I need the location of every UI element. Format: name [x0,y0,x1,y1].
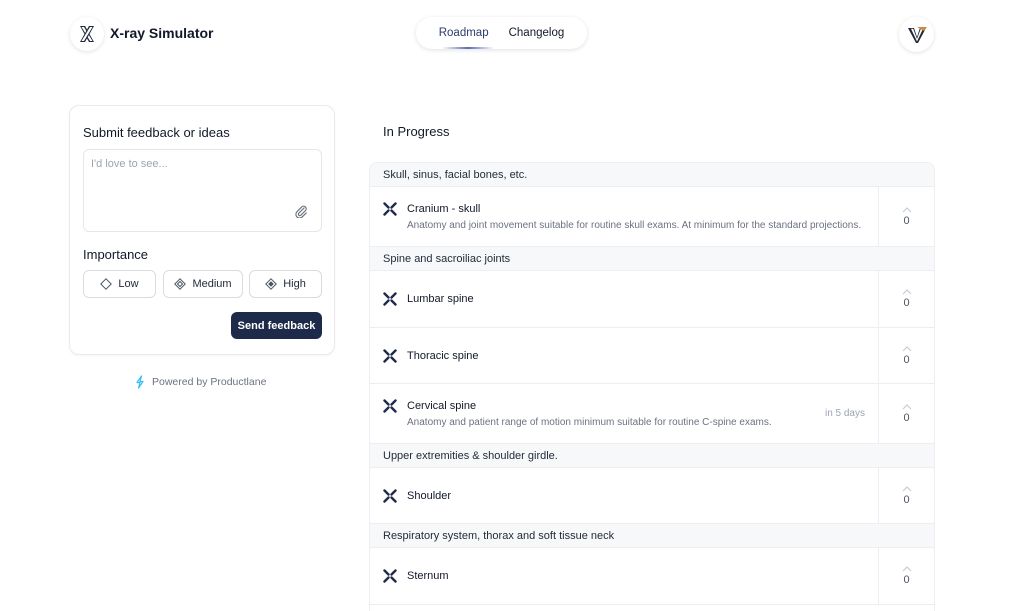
importance-low-button[interactable]: Low [83,270,156,298]
nav-tabs: Roadmap Changelog [416,17,587,49]
in-progress-icon [383,569,397,583]
active-tab-indicator [442,47,494,49]
item-title: Cranium - skull [407,203,481,215]
chevron-up-icon [902,485,911,491]
item-title: Sternum [407,570,449,582]
upvote-button[interactable]: 0 [878,548,934,604]
importance-medium-button[interactable]: Medium [163,270,243,298]
v-logo-icon [907,26,927,43]
vote-count: 0 [903,353,910,366]
upvote-button[interactable]: 0 [878,187,934,246]
vote-count: 0 [903,411,910,424]
item-description: Anatomy and patient range of motion mini… [407,417,772,428]
avatar[interactable] [899,17,934,52]
powered-by-link[interactable]: Powered by Productlane [134,375,266,389]
chevron-up-icon [902,403,911,409]
group-header: Upper extremities & shoulder girdle. [370,444,934,468]
productlane-icon [136,375,144,389]
tab-changelog[interactable]: Changelog [509,27,565,39]
list-item[interactable]: Sternum 0 [370,548,934,605]
feedback-card: Submit feedback or ideas Importance Low … [69,105,335,355]
chevron-up-icon [902,566,911,572]
feedback-title: Submit feedback or ideas [83,125,230,140]
list-item[interactable]: Cervical spine Anatomy and patient range… [370,384,934,444]
chevron-up-icon [902,289,911,295]
upvote-button[interactable]: 0 [878,384,934,443]
chevron-up-icon [902,345,911,351]
send-feedback-button[interactable]: Send feedback [231,312,322,339]
group-header: Respiratory system, thorax and soft tiss… [370,524,934,548]
vote-count: 0 [903,214,910,227]
in-progress-icon [383,202,397,216]
item-title: Thoracic spine [407,350,479,362]
importance-medium-label: Medium [192,278,232,290]
importance-high-button[interactable]: High [249,270,322,298]
item-description: Anatomy and joint movement suitable for … [407,220,862,231]
vote-count: 0 [903,574,910,586]
list-item[interactable]: Thoracic spine 0 [370,328,934,384]
tab-roadmap[interactable]: Roadmap [439,27,489,39]
in-progress-icon [383,489,397,503]
item-title: Shoulder [407,490,452,502]
app-title[interactable]: X-ray Simulator [110,25,213,41]
list-item[interactable]: Shoulder 0 [370,468,934,524]
item-title: Cervical spine [407,400,477,412]
diamond-half-icon [174,278,187,290]
diamond-outline-icon [100,278,113,290]
list-item[interactable]: Lumbar spine 0 [370,271,934,328]
list-item[interactable]: Cranium - skull Anatomy and joint moveme… [370,187,934,247]
importance-label: Importance [83,247,149,262]
group-header: Spine and sacroiliac joints [370,247,934,271]
group-header: Skull, sinus, facial bones, etc. [370,163,934,187]
upvote-button[interactable]: 0 [878,328,934,383]
in-progress-icon [383,399,397,413]
upvote-button[interactable]: 0 [878,271,934,327]
roadmap-board: Skull, sinus, facial bones, etc. Cranium… [369,162,935,611]
in-progress-icon [383,292,397,306]
item-due-date: in 5 days [824,408,865,419]
importance-low-label: Low [118,278,139,290]
section-title: In Progress [383,124,450,139]
vote-count: 0 [903,493,910,506]
app-logo[interactable] [70,17,104,51]
in-progress-icon [383,349,397,363]
chevron-up-icon [902,206,911,212]
powered-by-text: Powered by Productlane [152,376,267,388]
feedback-input[interactable] [83,149,322,232]
item-title: Lumbar spine [407,293,474,305]
vote-count: 0 [903,297,910,309]
paperclip-icon[interactable] [294,204,308,218]
header: X-ray Simulator Roadmap Changelog [0,0,1024,70]
importance-high-label: High [283,278,306,290]
diamond-filled-icon [265,278,278,290]
upvote-button[interactable]: 0 [878,468,934,523]
x-logo-icon [80,26,94,42]
